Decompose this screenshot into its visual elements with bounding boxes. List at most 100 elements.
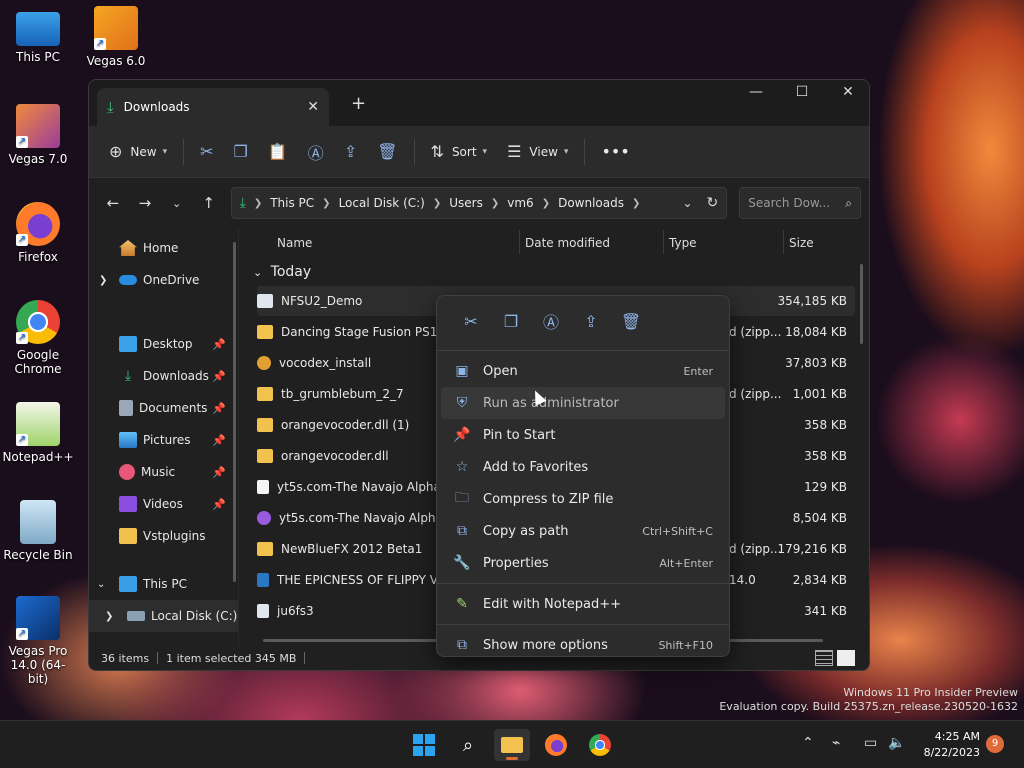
- volume-icon[interactable]: 🔈: [888, 735, 905, 751]
- menu-item-edit-notepadpp[interactable]: ✎ Edit with Notepad++: [441, 588, 725, 620]
- address-bar[interactable]: ⤓ ❯ This PC ❯ Local Disk (C:) ❯ Users ❯ …: [230, 187, 728, 219]
- nav-item-vstplugins[interactable]: Vstplugins: [89, 520, 238, 552]
- desktop-icon-vegas-7[interactable]: ↗ Vegas 7.0: [2, 104, 74, 166]
- menu-item-properties[interactable]: 🔧 Properties Alt+Enter: [441, 547, 725, 579]
- desktop-icon-recycle-bin[interactable]: Recycle Bin: [2, 500, 74, 562]
- back-button[interactable]: ←: [97, 194, 129, 212]
- desktop-icon-vegas-6[interactable]: ↗ Vegas 6.0: [80, 6, 152, 68]
- column-divider[interactable]: [663, 230, 664, 254]
- tab-close-icon[interactable]: ✕: [307, 99, 319, 115]
- file-list-scrollbar[interactable]: [860, 264, 863, 344]
- delete-icon[interactable]: 🗑: [611, 312, 651, 331]
- nav-label: Vstplugins: [143, 529, 206, 543]
- clock[interactable]: 4:25 AM 8/22/2023: [924, 729, 980, 761]
- copy-button[interactable]: ❐: [224, 136, 258, 168]
- cut-icon[interactable]: ✂: [451, 312, 491, 331]
- share-icon[interactable]: ⇪: [571, 312, 611, 331]
- new-button[interactable]: ⊕ New ▾: [99, 136, 177, 168]
- search-box[interactable]: Search Dow... ⌕: [739, 187, 861, 219]
- nav-item-pictures[interactable]: Pictures 📌: [89, 424, 238, 456]
- nav-item-this-pc[interactable]: ⌄ This PC: [89, 568, 238, 600]
- start-button[interactable]: [406, 729, 442, 761]
- breadcrumb-users[interactable]: Users: [449, 196, 483, 210]
- new-tab-button[interactable]: +: [351, 93, 366, 114]
- group-header-today[interactable]: ⌄ Today: [253, 264, 311, 280]
- menu-item-run-as-admin[interactable]: ⛨ Run as administrator: [441, 387, 725, 419]
- shield-icon: ⛨: [456, 395, 468, 411]
- divider: [157, 652, 159, 664]
- column-header-size[interactable]: Size: [789, 236, 814, 250]
- column-header-date[interactable]: Date modified: [525, 236, 610, 250]
- delete-button[interactable]: 🗑: [367, 136, 407, 168]
- rename-button[interactable]: Ⓐ: [298, 136, 334, 168]
- menu-shortcut: Ctrl+Shift+C: [642, 524, 713, 538]
- desktop-icon-firefox[interactable]: ↗ Firefox: [2, 202, 74, 264]
- breadcrumb-downloads[interactable]: Downloads: [558, 196, 624, 210]
- nav-item-desktop[interactable]: Desktop 📌: [89, 328, 238, 360]
- chevron-down-icon[interactable]: ⌄: [97, 579, 119, 590]
- tab-downloads[interactable]: ⤓ Downloads ✕: [97, 88, 329, 126]
- menu-item-add-to-favorites[interactable]: ☆ Add to Favorites: [441, 451, 725, 483]
- nav-item-downloads[interactable]: ⤓ Downloads 📌: [89, 360, 238, 392]
- menu-item-show-more-options[interactable]: ⧉ Show more options Shift+F10: [441, 629, 725, 661]
- chevron-right-icon[interactable]: ❯: [99, 275, 119, 286]
- tiles-view-icon[interactable]: [837, 650, 855, 666]
- taskbar-chrome[interactable]: [582, 729, 618, 761]
- details-view-icon[interactable]: [815, 650, 833, 666]
- search-button[interactable]: ⌕: [450, 729, 486, 761]
- search-input[interactable]: Search Dow...: [748, 196, 845, 210]
- nav-item-local-disk[interactable]: ❯ Local Disk (C:): [89, 600, 238, 632]
- cut-button[interactable]: ✂: [190, 136, 223, 168]
- share-button[interactable]: ⇪: [334, 136, 367, 168]
- refresh-icon[interactable]: ↻: [707, 195, 719, 211]
- nav-item-onedrive[interactable]: ❯ OneDrive: [89, 264, 238, 296]
- nav-item-home[interactable]: Home: [89, 232, 238, 264]
- recent-locations-button[interactable]: ⌄: [161, 197, 193, 210]
- nav-scrollbar[interactable]: [233, 242, 236, 582]
- nav-item-music[interactable]: Music 📌: [89, 456, 238, 488]
- taskbar-file-explorer[interactable]: [494, 729, 530, 761]
- menu-item-pin-to-start[interactable]: 📌 Pin to Start: [441, 419, 725, 451]
- breadcrumb-local-disk[interactable]: Local Disk (C:): [339, 196, 425, 210]
- display-icon[interactable]: ▭: [864, 735, 877, 751]
- column-divider[interactable]: [783, 230, 784, 254]
- up-button[interactable]: ↑: [193, 194, 225, 212]
- breadcrumb-this-pc[interactable]: This PC: [270, 196, 314, 210]
- shortcut-arrow-icon: ↗: [94, 38, 106, 50]
- column-divider[interactable]: [519, 230, 520, 254]
- chevron-right-icon[interactable]: ❯: [105, 611, 127, 622]
- paste-button[interactable]: 📋: [258, 136, 298, 168]
- desktop-icon-vegas-pro[interactable]: ↗ Vegas Pro 14.0 (64-bit): [2, 596, 74, 686]
- view-button[interactable]: ☰ View ▾: [497, 136, 578, 168]
- taskbar-firefox[interactable]: [538, 729, 574, 761]
- column-header-name[interactable]: Name: [277, 236, 312, 250]
- column-header-type[interactable]: Type: [669, 236, 697, 250]
- notification-badge[interactable]: 9: [986, 735, 1004, 753]
- more-options-button[interactable]: •••: [591, 136, 639, 168]
- sort-button[interactable]: ⇅ Sort ▾: [421, 136, 498, 168]
- menu-label: Run as administrator: [483, 395, 619, 411]
- minimize-button[interactable]: —: [733, 84, 779, 100]
- menu-item-compress-zip[interactable]: 🗀 Compress to ZIP file: [441, 483, 725, 515]
- show-hidden-icons-button[interactable]: ⌃: [802, 735, 814, 751]
- wrench-icon: 🔧: [453, 555, 471, 571]
- desktop-icon-notepadpp[interactable]: ↗ Notepad++: [2, 402, 74, 464]
- picture-icon: [119, 432, 137, 448]
- breadcrumb-vm6[interactable]: vm6: [507, 196, 533, 210]
- desktop-icon-this-pc[interactable]: This PC: [2, 8, 74, 64]
- nav-item-videos[interactable]: Videos 📌: [89, 488, 238, 520]
- menu-item-open[interactable]: ▣ Open Enter: [441, 355, 725, 387]
- close-button[interactable]: ✕: [825, 84, 869, 100]
- document-icon: [119, 400, 133, 416]
- menu-item-copy-as-path[interactable]: ⧉ Copy as path Ctrl+Shift+C: [441, 515, 725, 547]
- rename-icon[interactable]: Ⓐ: [531, 309, 571, 333]
- maximize-button[interactable]: ☐: [779, 84, 825, 100]
- forward-button[interactable]: →: [129, 194, 161, 212]
- address-dropdown-icon[interactable]: ⌄: [682, 196, 692, 210]
- network-icon[interactable]: ⌁: [832, 735, 840, 751]
- desktop-icon-chrome[interactable]: ↗ Google Chrome: [2, 300, 74, 376]
- nav-item-documents[interactable]: Documents 📌: [89, 392, 238, 424]
- menu-label: Add to Favorites: [483, 459, 589, 475]
- chevron-down-icon: ▾: [482, 146, 488, 157]
- copy-icon[interactable]: ❐: [491, 312, 531, 331]
